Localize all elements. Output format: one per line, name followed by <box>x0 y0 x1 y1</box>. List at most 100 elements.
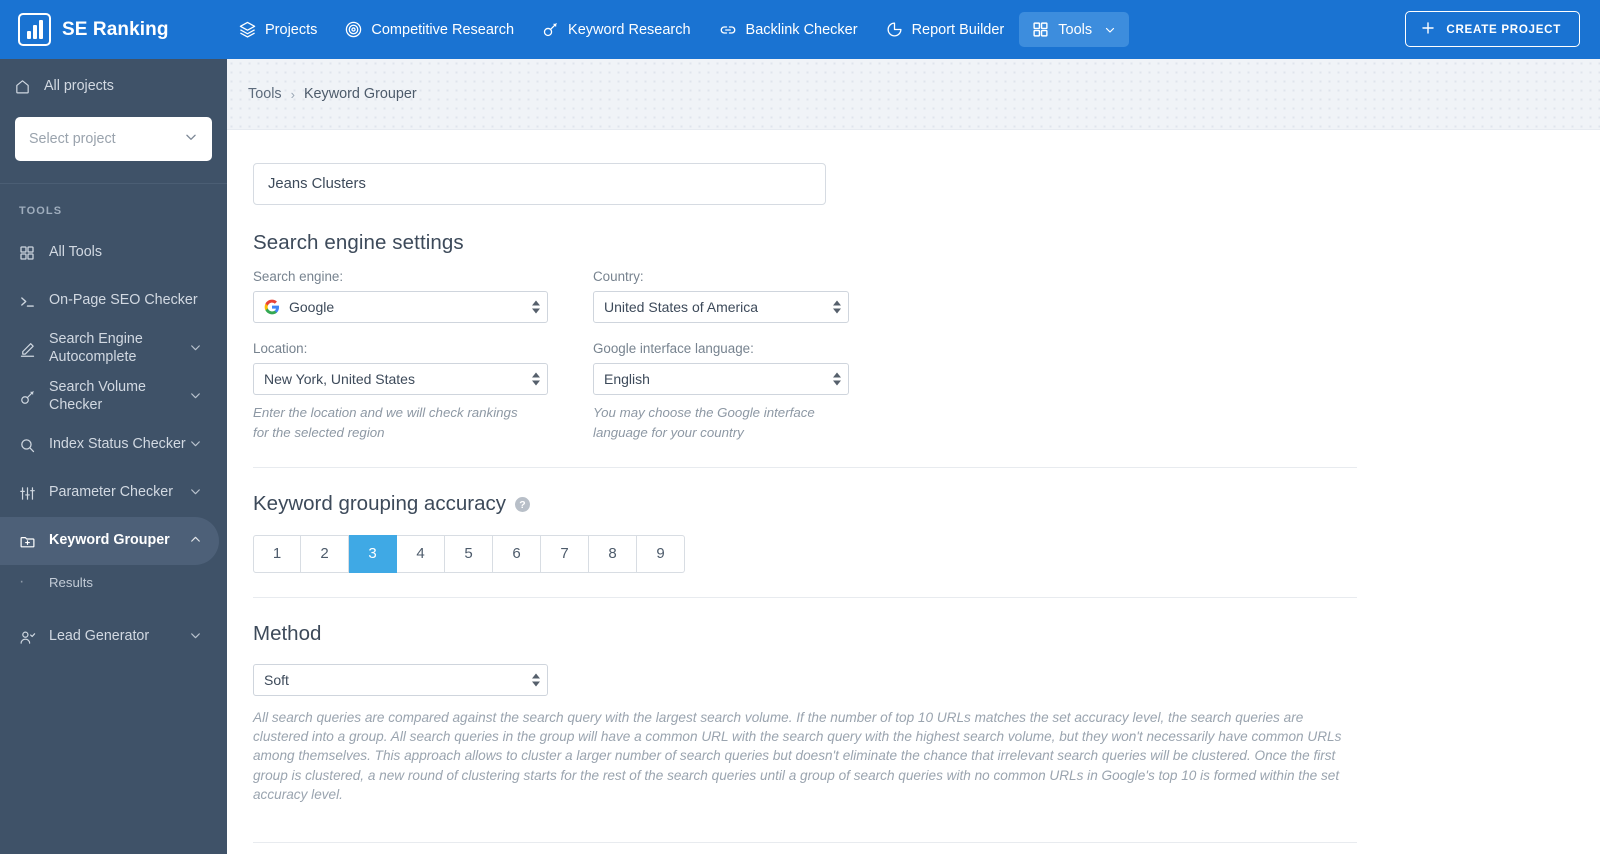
sidebar-subitem-results[interactable]: · Results <box>0 565 227 599</box>
search-engine-field: Search engine: Google <box>253 269 571 323</box>
section-divider <box>253 596 1357 598</box>
chevron-up-icon <box>189 533 203 550</box>
nav-label-report-builder: Report Builder <box>911 21 1005 38</box>
breadcrumb: Tools › Keyword Grouper <box>227 59 1600 130</box>
bullet-icon: · <box>19 573 25 590</box>
create-project-button[interactable]: CREATE PROJECT <box>1405 11 1580 47</box>
sidebar-label-on-page-seo-checker: On-Page SEO Checker <box>49 292 198 309</box>
location-field: Location: New York, United States Enter … <box>253 341 571 443</box>
grid-icon <box>1032 21 1049 38</box>
keyword-grouper-form: Search engine settings Search engine: Go… <box>227 130 1600 844</box>
chevron-down-icon <box>189 389 203 406</box>
accuracy-option-2[interactable]: 2 <box>301 534 349 573</box>
google-icon <box>264 299 280 315</box>
nav-item-report-builder[interactable]: Report Builder <box>873 12 1018 47</box>
language-select[interactable]: English <box>593 363 849 395</box>
grid-icon <box>19 245 49 261</box>
accuracy-selector: 1 2 3 4 5 6 7 8 9 <box>253 534 1600 573</box>
accuracy-option-5[interactable]: 5 <box>445 534 493 573</box>
breadcrumb-current: Keyword Grouper <box>303 86 417 102</box>
create-project-label: CREATE PROJECT <box>1446 22 1561 36</box>
location-hint: Enter the location and we will check ran… <box>253 405 518 440</box>
brand-name: SE Ranking <box>62 18 169 40</box>
location-language-row: Location: New York, United States Enter … <box>253 341 1600 443</box>
main-content: Tools › Keyword Grouper Search engine se… <box>227 59 1600 854</box>
nav-item-backlink-checker[interactable]: Backlink Checker <box>706 12 871 48</box>
link-icon <box>719 21 737 39</box>
search-engine-label: Search engine: <box>253 269 344 284</box>
nav-item-competitive-research[interactable]: Competitive Research <box>332 12 527 47</box>
bottom-divider <box>253 842 1357 844</box>
breadcrumb-parent[interactable]: Tools <box>248 86 282 102</box>
nav-label-projects: Projects <box>265 21 318 38</box>
pen-icon <box>19 341 49 358</box>
project-select-placeholder: Select project <box>29 131 116 147</box>
accuracy-option-6[interactable]: 6 <box>493 534 541 573</box>
sidebar-item-parameter-checker[interactable]: Parameter Checker <box>0 469 219 517</box>
nav-label-competitive-research: Competitive Research <box>371 21 515 38</box>
chevron-down-icon <box>189 437 203 454</box>
language-value: English <box>604 371 650 387</box>
chevron-down-icon <box>1104 24 1116 36</box>
target-icon <box>345 21 362 38</box>
terminal-icon <box>19 293 49 310</box>
search-engine-select[interactable]: Google <box>253 291 548 323</box>
sidebar-label-search-volume-checker: Search Volume Checker <box>49 379 146 413</box>
breadcrumb-separator: › <box>290 86 295 102</box>
sidebar: All projects Select project TOOLS All To… <box>0 59 227 854</box>
sidebar-label-keyword-grouper: Keyword Grouper <box>49 532 170 549</box>
nav-item-projects[interactable]: Projects <box>226 12 330 47</box>
nav-item-keyword-research[interactable]: Keyword Research <box>529 12 704 47</box>
country-label: Country: <box>593 269 644 284</box>
method-value: Soft <box>264 671 289 688</box>
folder-plus-icon <box>19 533 49 550</box>
section-divider <box>253 466 1357 468</box>
language-hint: You may choose the Google interface lang… <box>593 405 815 440</box>
sidebar-item-search-engine-autocomplete[interactable]: Search Engine Autocomplete <box>0 325 219 373</box>
language-label: Google interface language: <box>593 341 754 356</box>
help-icon[interactable]: ? <box>514 497 530 513</box>
accuracy-option-9[interactable]: 9 <box>637 534 685 573</box>
accuracy-option-7[interactable]: 7 <box>541 534 589 573</box>
location-value: New York, United States <box>264 371 415 387</box>
country-value: United States of America <box>604 299 759 315</box>
spinner-arrows-icon <box>833 372 841 386</box>
brand-logo[interactable]: SE Ranking <box>18 13 208 46</box>
location-select[interactable]: New York, United States <box>253 363 548 395</box>
sidebar-item-all-projects[interactable]: All projects <box>0 59 227 113</box>
nav-item-tools[interactable]: Tools <box>1019 12 1130 47</box>
project-title-input[interactable] <box>253 163 826 205</box>
country-field: Country: United States of America <box>593 269 911 323</box>
top-navigation-bar: SE Ranking Projects Competitive Research… <box>0 0 1600 59</box>
sidebar-item-search-volume-checker[interactable]: Search Volume Checker <box>0 373 219 421</box>
sidebar-item-on-page-seo-checker[interactable]: On-Page SEO Checker <box>0 277 219 325</box>
sidebar-item-keyword-grouper[interactable]: Keyword Grouper <box>0 517 219 565</box>
project-select-dropdown[interactable]: Select project <box>15 117 212 161</box>
method-heading: Method <box>253 621 322 645</box>
method-select[interactable]: Soft <box>253 663 548 696</box>
pie-chart-icon <box>886 21 903 38</box>
search-engine-country-row: Search engine: Google Country: United St… <box>253 269 1600 323</box>
sidebar-label-parameter-checker: Parameter Checker <box>49 484 173 501</box>
nav-label-keyword-research: Keyword Research <box>568 21 691 38</box>
plus-icon <box>1420 20 1436 39</box>
chevron-down-icon <box>189 341 203 358</box>
chevron-down-icon <box>189 485 203 502</box>
sidebar-item-lead-generator[interactable]: Lead Generator <box>0 613 219 661</box>
search-engine-settings-heading: Search engine settings <box>253 231 464 254</box>
sidebar-label-lead-generator: Lead Generator <box>49 628 150 645</box>
search-icon <box>19 437 49 454</box>
accuracy-option-4[interactable]: 4 <box>397 534 445 573</box>
home-icon <box>14 78 44 95</box>
sidebar-item-index-status-checker[interactable]: Index Status Checker <box>0 421 219 469</box>
accuracy-heading: Keyword grouping accuracy <box>253 491 506 515</box>
user-check-icon <box>19 629 49 646</box>
sliders-icon <box>19 485 49 502</box>
accuracy-option-8[interactable]: 8 <box>589 534 637 573</box>
sidebar-item-all-tools[interactable]: All Tools <box>0 229 219 277</box>
country-select[interactable]: United States of America <box>593 291 849 323</box>
sidebar-label-index-status-checker: Index Status Checker <box>49 436 186 453</box>
spinner-arrows-icon <box>532 673 540 687</box>
accuracy-option-1[interactable]: 1 <box>253 534 301 573</box>
accuracy-option-3[interactable]: 3 <box>349 534 397 573</box>
